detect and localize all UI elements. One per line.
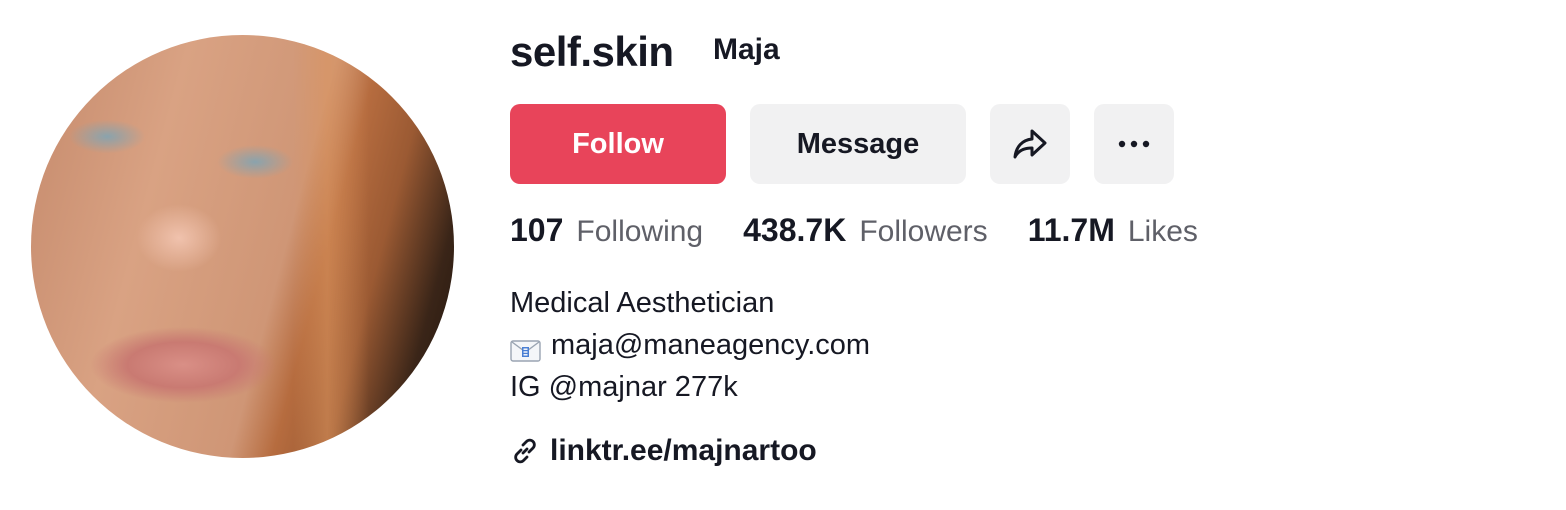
following-label: Following (576, 215, 704, 248)
profile-link[interactable]: linktr.ee/majnartoo (510, 434, 817, 468)
share-button[interactable] (990, 104, 1070, 184)
envelope-icon (510, 333, 541, 362)
followers-count: 438.7K (743, 212, 847, 248)
link-icon (514, 438, 536, 464)
nickname: Maja (713, 33, 780, 66)
more-options-button[interactable] (1094, 104, 1174, 184)
stat-likes: 11.7M Likes (1028, 212, 1198, 249)
avatar-hair-detail (293, 35, 370, 458)
bio-email: maja@maneagency.com (551, 329, 871, 361)
stat-following[interactable]: 107 Following (510, 212, 703, 249)
profile-link-text[interactable]: linktr.ee/majnartoo (550, 434, 817, 468)
profile-stats: 107 Following 438.7K Followers 11.7M Lik… (510, 212, 1238, 249)
bio-line-instagram: IG @majnar 277k (510, 371, 738, 403)
more-dots-icon (1118, 140, 1150, 148)
bio: Medical Aesthetician maja@maneagency.com… (510, 282, 870, 408)
followers-label: Followers (859, 215, 988, 248)
stat-followers[interactable]: 438.7K Followers (743, 212, 988, 249)
likes-count: 11.7M (1027, 212, 1115, 248)
likes-label: Likes (1127, 215, 1198, 248)
following-count: 107 (510, 212, 564, 248)
message-button[interactable]: Message (750, 104, 966, 184)
bio-line-email: maja@maneagency.com (510, 324, 870, 366)
share-arrow-icon (1013, 129, 1047, 159)
bio-line-title: Medical Aesthetician (510, 287, 775, 319)
avatar[interactable] (31, 35, 454, 458)
follow-button[interactable]: Follow (510, 104, 726, 184)
username: self.skin (510, 28, 674, 75)
